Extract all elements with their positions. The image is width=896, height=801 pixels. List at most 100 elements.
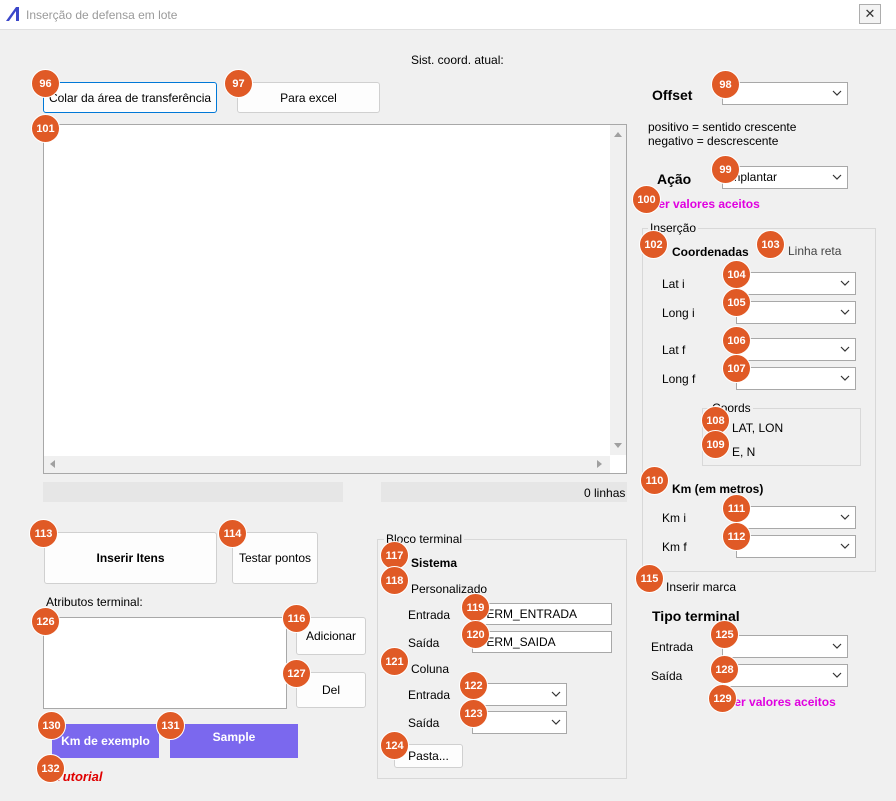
coords-latlon-radio[interactable]: LAT, LON xyxy=(732,421,783,435)
horizontal-scrollbar[interactable] xyxy=(44,456,610,473)
chevron-down-icon xyxy=(840,309,850,315)
window-title: Inserção de defensa em lote xyxy=(26,8,178,22)
lat-i-select[interactable] xyxy=(736,272,856,295)
chevron-down-icon xyxy=(840,346,850,352)
badge-119: 119 xyxy=(461,593,490,622)
chevron-down-icon xyxy=(551,719,561,725)
lat-f-select[interactable] xyxy=(736,338,856,361)
terminal-type-saida-label: Saída xyxy=(651,669,683,683)
terminal-attrs-list[interactable] xyxy=(43,617,287,709)
test-points-label: Testar pontos xyxy=(238,551,312,565)
badge-116: 116 xyxy=(282,604,311,633)
sample-label: Sample xyxy=(212,730,256,744)
coords-radio[interactable]: Coordenadas xyxy=(672,245,749,259)
badge-114: 114 xyxy=(218,519,247,548)
terminal-values-link[interactable]: Ver valores aceitos xyxy=(727,695,836,709)
chevron-down-icon xyxy=(840,514,850,520)
data-textarea[interactable] xyxy=(43,124,627,474)
badge-99: 99 xyxy=(711,155,740,184)
badge-129: 129 xyxy=(708,684,737,713)
paste-clipboard-button[interactable]: Colar da área de transferência xyxy=(43,82,217,113)
scroll-up-icon[interactable] xyxy=(613,130,623,138)
badge-103: 103 xyxy=(756,230,785,259)
block-entrada-value: TERM_ENTRADA xyxy=(479,607,578,621)
badge-110: 110 xyxy=(640,466,669,495)
add-attr-label: Adicionar xyxy=(305,629,357,643)
badge-127: 127 xyxy=(282,659,311,688)
terminal-type-saida-select[interactable] xyxy=(722,664,848,687)
km-f-label: Km f xyxy=(662,540,687,554)
badge-118: 118 xyxy=(380,566,409,595)
block-saida-label: Saída xyxy=(408,636,440,650)
badge-100: 100 xyxy=(632,185,661,214)
sample-button[interactable]: Sample xyxy=(170,724,298,758)
long-f-select[interactable] xyxy=(736,367,856,390)
badge-109: 109 xyxy=(701,430,730,459)
insert-items-button[interactable]: Inserir Itens xyxy=(44,532,217,584)
lat-i-label: Lat i xyxy=(662,277,685,291)
close-button[interactable]: ✕ xyxy=(859,4,881,24)
block-entrada-input[interactable]: TERM_ENTRADA xyxy=(472,603,612,625)
block-entrada-label: Entrada xyxy=(408,608,451,622)
scroll-left-icon[interactable] xyxy=(48,459,56,469)
badge-123: 123 xyxy=(459,699,488,728)
delete-attr-label: Del xyxy=(321,683,340,697)
column-radio[interactable]: Coluna xyxy=(411,662,449,676)
chevron-down-icon xyxy=(840,375,850,381)
km-i-label: Km i xyxy=(662,511,686,525)
offset-select[interactable]: 0 xyxy=(722,82,848,105)
chevron-down-icon xyxy=(832,174,842,180)
chevron-down-icon xyxy=(551,691,561,697)
km-i-select[interactable] xyxy=(736,506,856,529)
chevron-down-icon xyxy=(840,543,850,549)
block-saida-input[interactable]: TERM_SAIDA xyxy=(472,631,612,653)
long-i-label: Long i xyxy=(662,306,695,320)
terminal-type-entrada-select[interactable] xyxy=(722,635,848,658)
badge-106: 106 xyxy=(722,326,751,355)
progress-bar xyxy=(43,482,343,502)
system-radio[interactable]: Sistema xyxy=(411,556,457,570)
badge-104: 104 xyxy=(722,260,751,289)
badge-131: 131 xyxy=(156,711,185,740)
coords-en-radio[interactable]: E, N xyxy=(732,445,755,459)
badge-124: 124 xyxy=(380,731,409,760)
action-label: Ação xyxy=(657,171,692,187)
badge-102: 102 xyxy=(639,230,668,259)
badge-130: 130 xyxy=(37,711,66,740)
insert-mark-checkbox[interactable]: Inserir marca xyxy=(666,580,736,594)
km-f-select[interactable] xyxy=(736,535,856,558)
paste-clipboard-label: Colar da área de transferência xyxy=(48,90,212,105)
vertical-scrollbar[interactable] xyxy=(610,125,626,455)
chevron-down-icon xyxy=(840,280,850,286)
badge-111: 111 xyxy=(722,494,751,523)
to-excel-label: Para excel xyxy=(280,90,337,105)
offset-label: Offset xyxy=(652,87,693,103)
folder-label: Pasta... xyxy=(408,749,449,763)
insert-items-label: Inserir Itens xyxy=(96,551,165,565)
straight-line-radio[interactable]: Linha reta xyxy=(788,244,841,258)
action-values-link[interactable]: Ver valores aceitos xyxy=(651,197,760,211)
long-i-select[interactable] xyxy=(736,301,856,324)
badge-107: 107 xyxy=(722,354,751,383)
scroll-down-icon[interactable] xyxy=(613,442,623,450)
line-count: 0 linhas xyxy=(584,486,626,500)
badge-126: 126 xyxy=(31,607,60,636)
badge-115: 115 xyxy=(635,564,664,593)
badge-101: 101 xyxy=(31,114,60,143)
km-example-button[interactable]: Km de exemplo xyxy=(52,724,159,758)
action-select[interactable]: Implantar xyxy=(722,166,848,189)
to-excel-button[interactable]: Para excel xyxy=(237,82,380,113)
badge-125: 125 xyxy=(710,620,739,649)
block-saida-value: TERM_SAIDA xyxy=(479,635,556,649)
badge-105: 105 xyxy=(722,288,751,317)
terminal-attrs-label: Atributos terminal: xyxy=(46,595,143,609)
offset-note-positive: positivo = sentido crescente xyxy=(648,120,797,134)
badge-98: 98 xyxy=(711,70,740,99)
km-radio[interactable]: Km (em metros) xyxy=(672,482,763,496)
coord-system-label: Sist. coord. atual: xyxy=(411,53,504,67)
badge-132: 132 xyxy=(36,754,65,783)
long-f-label: Long f xyxy=(662,372,696,386)
badge-113: 113 xyxy=(29,519,58,548)
scroll-right-icon[interactable] xyxy=(596,459,604,469)
column-entrada-label: Entrada xyxy=(408,688,451,702)
